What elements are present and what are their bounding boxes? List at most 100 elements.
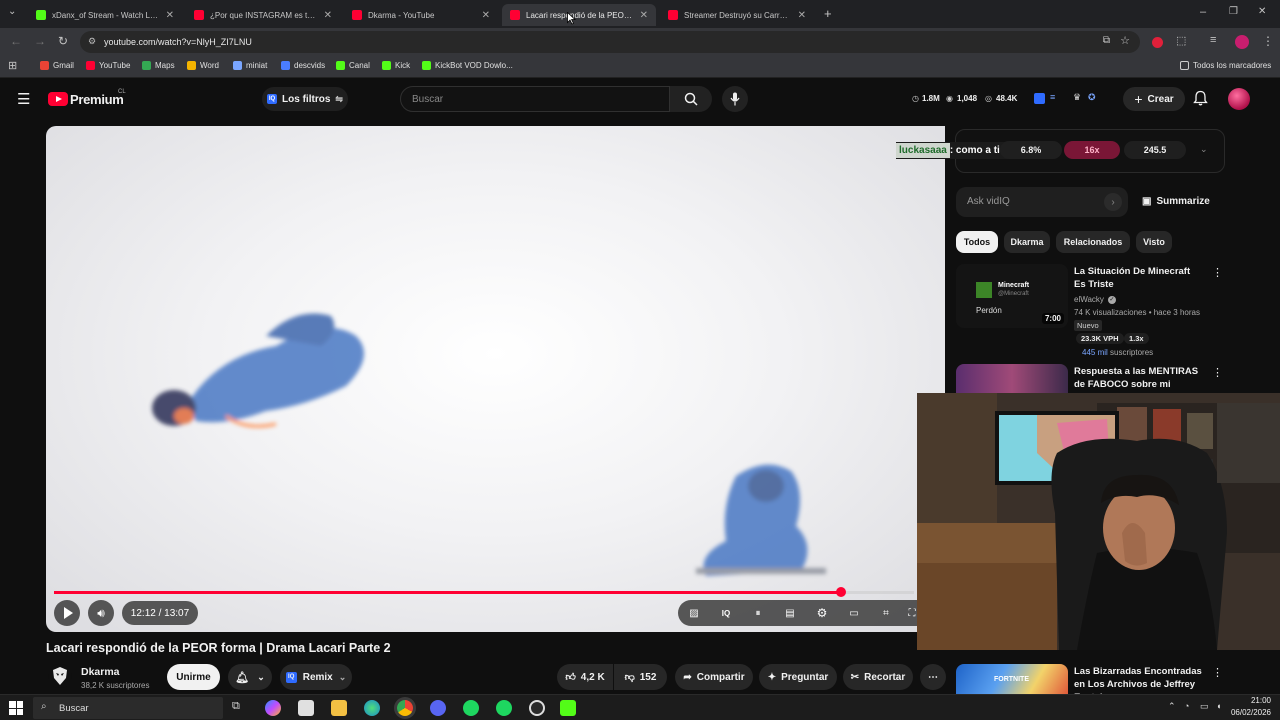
profile-avatar[interactable] — [1235, 35, 1249, 49]
minecraft-launcher-icon[interactable] — [560, 700, 576, 716]
obs-icon[interactable] — [529, 700, 545, 716]
taskbar-search-box[interactable]: ⌕ Buscar — [33, 697, 223, 719]
send-arrow-icon[interactable]: › — [1104, 193, 1122, 211]
share-button[interactable]: ➦ Compartir — [675, 664, 753, 690]
cast-icon[interactable]: ⌗ — [870, 608, 902, 619]
summarize-button[interactable]: ▣ Summarize — [1142, 196, 1210, 207]
discord-icon[interactable] — [430, 700, 446, 716]
speaker-icon[interactable]: ◖ — [1216, 701, 1221, 711]
tray-app-icon[interactable]: ◔ — [1184, 701, 1189, 711]
back-icon[interactable]: ← — [10, 34, 22, 48]
chrome-icon[interactable] — [397, 700, 413, 716]
hamburger-menu-icon[interactable]: ☰ — [17, 90, 30, 108]
dislike-button[interactable]: 👎︎ 152 — [614, 664, 667, 690]
chip-all[interactable]: Todos — [956, 231, 998, 253]
remix-button[interactable]: IQ Remix ⌄ — [280, 664, 352, 690]
tab-dkarma[interactable]: Dkarma - YouTube ✕ — [344, 4, 498, 26]
chip-watched[interactable]: Visto — [1136, 231, 1172, 253]
vidiq-stats-icon[interactable]: ≡ — [1050, 92, 1055, 102]
tab-instagram-video[interactable]: ¿Por que INSTAGRAM es tan RA ✕ — [186, 4, 340, 26]
settings-gear-icon[interactable]: ⚙ — [806, 606, 838, 620]
pause-autoplay-icon[interactable]: ⏸︎ — [742, 608, 774, 619]
theater-mode-icon[interactable]: ▭ — [838, 608, 870, 619]
miniature-icon[interactable]: ▨ — [678, 608, 710, 619]
filters-button[interactable]: IQ Los filtros ⇋ — [262, 87, 348, 111]
rec-thumbnail-2[interactable] — [956, 364, 1068, 394]
bookmark-gmail[interactable]: Gmail — [40, 61, 74, 70]
channel-name[interactable]: Dkarma — [81, 666, 120, 678]
expand-chevron-icon[interactable]: ⌄ — [1200, 144, 1208, 155]
progress-track[interactable] — [54, 587, 914, 597]
site-info-icon[interactable]: ⚙ — [88, 36, 96, 47]
ask-vidiq-input[interactable]: Ask vidIQ › — [956, 187, 1128, 217]
tab-search-icon[interactable]: ⌄ — [8, 6, 16, 17]
voice-search-button[interactable] — [722, 86, 748, 112]
install-icon[interactable]: ⧉ — [1103, 35, 1110, 46]
file-explorer-icon[interactable] — [331, 700, 347, 716]
vidiq-trophy-icon[interactable]: ♛ — [1073, 92, 1081, 103]
restore-icon[interactable]: ❐ — [1229, 6, 1238, 17]
spotify-icon[interactable] — [496, 700, 512, 716]
vidiq-player-icon[interactable]: IQ — [710, 609, 742, 618]
channel-avatar[interactable] — [48, 664, 72, 688]
close-icon[interactable]: ✕ — [798, 10, 806, 21]
account-avatar[interactable] — [1228, 88, 1250, 110]
like-button[interactable]: 👍︎ 4,2 K — [557, 664, 613, 690]
more-options-icon[interactable]: ⋮ — [1212, 366, 1223, 379]
edge-icon[interactable] — [364, 700, 380, 716]
chip-related[interactable]: Relacionados — [1056, 231, 1130, 253]
tab-lacari-active[interactable]: Lacari respondió de la PEOR fo ✕ — [502, 4, 656, 26]
bookmark-star-icon[interactable]: ☆ — [1120, 34, 1130, 47]
rec-title-2[interactable]: Respuesta a las MENTIRAS de FABOCO sobre… — [1074, 365, 1204, 391]
subscribed-bell-button[interactable]: 🔔︎ ⌄ — [228, 664, 272, 690]
bookmark-miniat[interactable]: miniat — [233, 61, 267, 70]
ask-button[interactable]: ✦ Preguntar — [759, 664, 837, 690]
play-button[interactable] — [54, 600, 80, 626]
forward-icon[interactable]: → — [34, 34, 46, 48]
progress-scrubber[interactable] — [835, 587, 846, 597]
apps-grid-icon[interactable]: ⊞ — [8, 59, 17, 72]
menu-icon[interactable]: ⋮ — [1262, 34, 1274, 48]
bookmark-kick[interactable]: Kick — [382, 61, 410, 70]
clock-date[interactable]: 06/02/2026 — [1228, 708, 1271, 717]
tab-kick-stream[interactable]: xDanx_of Stream - Watch Live o ✕ — [28, 4, 182, 26]
volume-button[interactable]: 🔊︎ — [88, 600, 114, 626]
bookmark-descvids[interactable]: descvids — [281, 61, 325, 70]
subtitles-icon[interactable]: ▤ — [774, 608, 806, 619]
tray-chevron-icon[interactable]: ⌃ — [1168, 701, 1176, 712]
url-field[interactable]: ⚙ youtube.com/watch?v=NlyH_ZI7LNU ⧉ ☆ — [80, 31, 1140, 53]
clock-time[interactable]: 21:00 — [1233, 696, 1271, 705]
chip-channel[interactable]: Dkarma — [1004, 231, 1050, 253]
extensions-icon[interactable]: ⬚ — [1176, 34, 1186, 47]
new-tab-icon[interactable]: + — [824, 6, 832, 21]
close-icon[interactable]: ✕ — [166, 10, 174, 21]
vidiq-boost-icon[interactable]: ✪ — [1088, 92, 1096, 103]
copilot-icon[interactable] — [265, 700, 281, 716]
media-icon[interactable]: ≡ — [1210, 34, 1216, 46]
rec-channel-1[interactable]: elWacky ✓ — [1074, 295, 1116, 304]
rec-title-1[interactable]: La Situación De Minecraft Es Triste — [1074, 265, 1204, 291]
streaming-app-icon[interactable] — [463, 700, 479, 716]
close-window-icon[interactable]: ✕ — [1258, 6, 1266, 17]
vidiq-extension-icon[interactable] — [1034, 93, 1045, 104]
close-icon[interactable]: ✕ — [324, 10, 332, 21]
task-view-icon[interactable]: ⧉ — [232, 700, 248, 716]
more-actions-button[interactable]: ⋯ — [920, 664, 946, 690]
all-bookmarks[interactable]: Todos los marcadores — [1180, 61, 1271, 70]
tab-streamer[interactable]: Streamer Destruyó su Carrera e ✕ — [660, 4, 814, 26]
search-input[interactable]: Buscar — [400, 86, 670, 112]
bookmark-word[interactable]: Word — [187, 61, 219, 70]
bookmark-kickbot[interactable]: KickBot VOD Dowlo... — [422, 61, 513, 70]
rec-thumbnail-1[interactable]: Minecraft @Minecraft Perdón 7:00 — [956, 264, 1068, 328]
rec-thumbnail-3[interactable]: FORTNITE — [956, 664, 1068, 694]
reload-icon[interactable]: ↻ — [58, 34, 68, 48]
network-icon[interactable]: ▭ — [1200, 701, 1209, 712]
close-icon[interactable]: ✕ — [482, 10, 490, 21]
store-icon[interactable] — [298, 700, 314, 716]
bookmark-canal[interactable]: Canal — [336, 61, 370, 70]
notifications-bell-icon[interactable] — [1193, 90, 1208, 111]
record-extension-icon[interactable] — [1152, 37, 1163, 48]
join-button[interactable]: Unirme — [167, 664, 220, 690]
bookmark-youtube[interactable]: YouTube — [86, 61, 130, 70]
youtube-logo-icon[interactable] — [48, 92, 68, 106]
